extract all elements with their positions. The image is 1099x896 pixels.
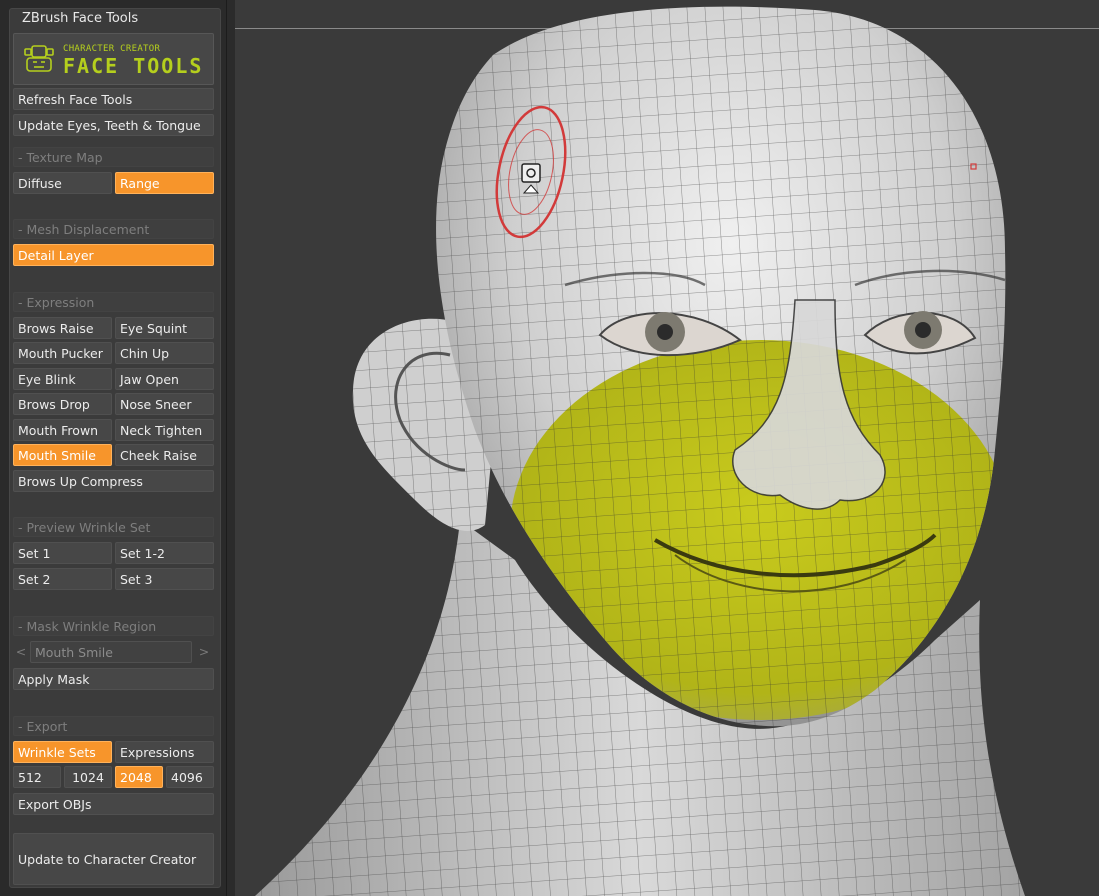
export-objs-button[interactable]: Export OBJs — [13, 793, 214, 815]
face-mesh-icon — [24, 45, 54, 72]
expression-brows-drop[interactable]: Brows Drop — [13, 393, 112, 415]
expression-brows-up-compress[interactable]: Brows Up Compress — [13, 470, 214, 492]
diffuse-button[interactable]: Diffuse — [13, 172, 112, 194]
expression-eye-blink[interactable]: Eye Blink — [13, 368, 112, 390]
expression-chin-up[interactable]: Chin Up — [115, 342, 214, 364]
face-tools-panel: ZBrush Face Tools CHARACTER CREATOR FACE… — [0, 0, 227, 896]
expression-cheek-raise[interactable]: Cheek Raise — [115, 444, 214, 466]
refresh-face-tools-button[interactable]: Refresh Face Tools — [13, 88, 214, 110]
wrinkle-set-3[interactable]: Set 3 — [115, 568, 214, 590]
update-to-character-creator-button[interactable]: Update to Character Creator — [13, 833, 214, 885]
expression-nose-sneer[interactable]: Nose Sneer — [115, 393, 214, 415]
preview-wrinkle-set-header[interactable]: - Preview Wrinkle Set — [13, 517, 214, 537]
sculpt-viewport[interactable] — [235, 0, 1099, 896]
panel-title: ZBrush Face Tools — [22, 11, 139, 26]
apply-mask-button[interactable]: Apply Mask — [13, 668, 214, 690]
export-header[interactable]: - Export — [13, 716, 214, 736]
wrinkle-set-1-2[interactable]: Set 1-2 — [115, 542, 214, 564]
size-512-button[interactable]: 512 — [13, 766, 61, 788]
expression-mouth-smile[interactable]: Mouth Smile — [13, 444, 112, 466]
head-sculpt-view — [255, 6, 1025, 896]
mesh-displacement-header[interactable]: - Mesh Displacement — [13, 219, 214, 239]
range-button[interactable]: Range — [115, 172, 214, 194]
wrinkle-set-2[interactable]: Set 2 — [13, 568, 112, 590]
wrinkle-sets-toggle[interactable]: Wrinkle Sets — [13, 741, 112, 763]
update-eyes-teeth-tongue-button[interactable]: Update Eyes, Teeth & Tongue — [13, 114, 214, 136]
mask-region-selector[interactable]: Mouth Smile — [30, 641, 192, 663]
detail-layer-button[interactable]: Detail Layer — [13, 244, 214, 266]
texture-map-header[interactable]: - Texture Map — [13, 147, 214, 167]
expressions-toggle[interactable]: Expressions — [115, 741, 214, 763]
expression-mouth-frown[interactable]: Mouth Frown — [13, 419, 112, 441]
expression-eye-squint[interactable]: Eye Squint — [115, 317, 214, 339]
expression-jaw-open[interactable]: Jaw Open — [115, 368, 214, 390]
character-creator-logo: CHARACTER CREATOR FACE TOOLS — [13, 33, 214, 85]
mask-region-next-arrow[interactable]: > — [196, 641, 212, 663]
expression-header[interactable]: - Expression — [13, 292, 214, 312]
size-2048-button[interactable]: 2048 — [115, 766, 163, 788]
size-1024-button[interactable]: 1024 — [64, 766, 112, 788]
size-4096-button[interactable]: 4096 — [166, 766, 214, 788]
logo-title: FACE TOOLS — [63, 54, 204, 78]
mask-region-prev-arrow[interactable]: < — [13, 641, 29, 663]
expression-neck-tighten[interactable]: Neck Tighten — [115, 419, 214, 441]
expression-mouth-pucker[interactable]: Mouth Pucker — [13, 342, 112, 364]
wrinkle-set-1[interactable]: Set 1 — [13, 542, 112, 564]
expression-brows-raise[interactable]: Brows Raise — [13, 317, 112, 339]
logo-subtitle: CHARACTER CREATOR — [63, 44, 161, 54]
mask-wrinkle-region-header[interactable]: - Mask Wrinkle Region — [13, 616, 214, 636]
